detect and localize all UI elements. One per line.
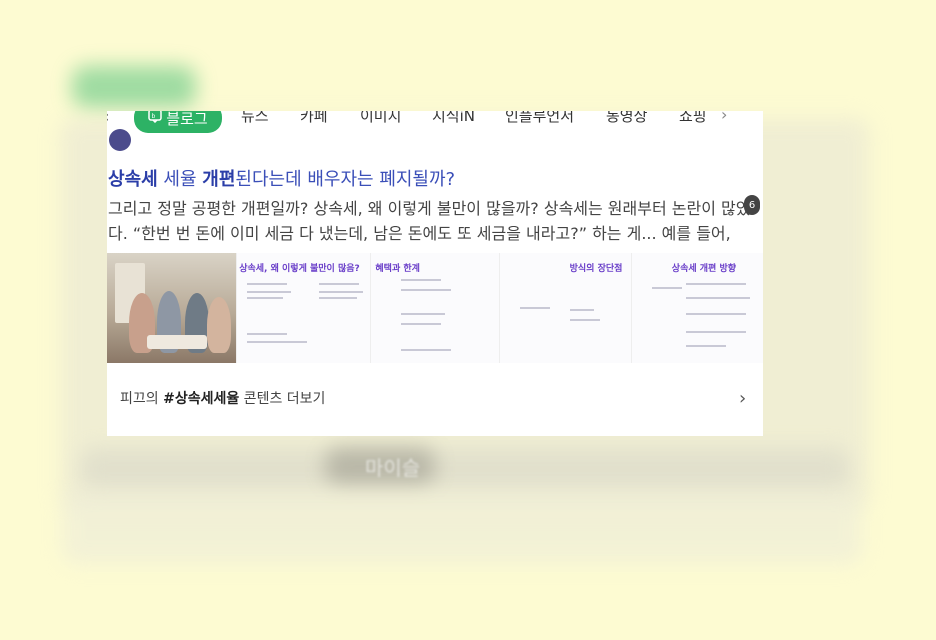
- post-description[interactable]: 그리고 정말 공평한 개편일까? 상속세, 왜 이렇게 불만이 많을까? 상속세…: [108, 196, 758, 246]
- search-tab-bar: ‹ b 블로그 뉴스 카페 이미지 지식iN 인플루언서 동영상 쇼핑 ›: [107, 111, 763, 133]
- svg-text:b: b: [152, 113, 156, 120]
- chevron-left-icon[interactable]: ‹: [107, 111, 109, 126]
- tab-news[interactable]: 뉴스: [241, 111, 269, 126]
- tab-shopping[interactable]: 쇼핑: [679, 111, 707, 126]
- blurred-background-tab: [72, 66, 196, 108]
- thumbnail-strip[interactable]: 상속세, 왜 이렇게 불만이 많음? 혜택과 한계 방식의 장단점 상속세 개편: [107, 253, 763, 363]
- tab-cafe[interactable]: 카페: [300, 111, 328, 126]
- blurred-background-bar: [80, 448, 850, 490]
- image-count-badge: 6: [744, 195, 760, 215]
- blog-icon: b: [148, 111, 163, 127]
- post-title[interactable]: 상속세 세율 개편된다는데 배우자는 폐지될까?: [108, 165, 455, 191]
- chevron-right-icon[interactable]: ›: [721, 111, 727, 124]
- chevron-right-icon: ›: [739, 387, 747, 409]
- thumbnail-doc-3[interactable]: 방식의 장단점: [498, 253, 631, 363]
- search-result-card: ‹ b 블로그 뉴스 카페 이미지 지식iN 인플루언서 동영상 쇼핑 › 상속…: [107, 111, 763, 436]
- thumbnail-doc-2[interactable]: 혜택과 한계: [370, 253, 499, 363]
- blurred-background-text: 마이슬: [365, 456, 421, 480]
- tab-image[interactable]: 이미지: [360, 111, 401, 126]
- tab-blog[interactable]: b 블로그: [134, 111, 222, 133]
- thumbnail-doc-1[interactable]: 상속세, 왜 이렇게 불만이 많음?: [236, 253, 371, 363]
- tab-video[interactable]: 동영상: [606, 111, 647, 126]
- thumbnail-doc-4[interactable]: 상속세 개편 방향: [630, 253, 763, 363]
- blurred-background-footer: [62, 494, 862, 564]
- more-content-link[interactable]: 피끄의 #상속세세율 콘텐츠 더보기 ›: [107, 373, 763, 423]
- avatar[interactable]: [109, 129, 131, 151]
- tab-blog-label: 블로그: [166, 111, 208, 128]
- tab-knowledge[interactable]: 지식iN: [432, 111, 475, 126]
- more-content-label: 피끄의 #상속세세율 콘텐츠 더보기: [120, 391, 326, 407]
- tab-influencer[interactable]: 인플루언서: [505, 111, 574, 126]
- thumbnail-photo[interactable]: [107, 253, 237, 363]
